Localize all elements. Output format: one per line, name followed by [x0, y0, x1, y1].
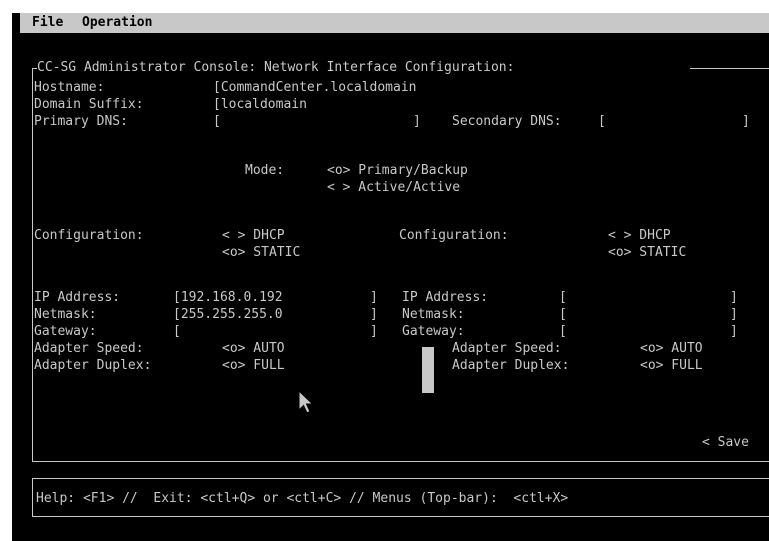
- scrollbar-thumb[interactable]: [422, 347, 434, 393]
- left-adapter-speed-label: Adapter Speed:: [34, 341, 144, 356]
- frame-left: [32, 68, 33, 462]
- left-netmask-field[interactable]: [255.255.255.0: [173, 307, 283, 323]
- frame-top-right: [690, 68, 769, 69]
- help-frame-top: [32, 478, 769, 479]
- mouse-pointer-icon: [298, 390, 314, 414]
- mode-label: Mode:: [245, 163, 285, 178]
- hostname-field[interactable]: [CommandCenter.localdomain: [213, 80, 417, 96]
- menu-bar: File Operation: [20, 13, 769, 33]
- help-bar-text: Help: <F1> // Exit: <ctl+Q> or <ctl+C> /…: [36, 491, 569, 506]
- right-dhcp-radio[interactable]: < > DHCP: [608, 228, 671, 244]
- right-netmask-label: Netmask:: [402, 307, 465, 322]
- primary-dns-label: Primary DNS:: [34, 114, 128, 129]
- right-adapter-speed-label: Adapter Speed:: [452, 341, 562, 356]
- right-netmask-field[interactable]: [: [559, 307, 567, 323]
- page-title: CC-SG Administrator Console: Network Int…: [37, 60, 515, 75]
- right-adapter-duplex-radio[interactable]: <o> FULL: [640, 358, 703, 374]
- left-dhcp-radio[interactable]: < > DHCP: [222, 228, 285, 244]
- right-gateway-field-end: ]: [730, 324, 738, 339]
- left-ip-label: IP Address:: [34, 290, 121, 305]
- left-ip-field[interactable]: [192.168.0.192: [173, 290, 283, 306]
- left-adapter-duplex-label: Adapter Duplex:: [34, 358, 152, 373]
- left-adapter-speed-radio[interactable]: <o> AUTO: [222, 341, 285, 357]
- right-configuration-label: Configuration:: [399, 228, 509, 243]
- right-netmask-field-end: ]: [730, 307, 738, 322]
- menu-operation[interactable]: Operation: [82, 15, 152, 30]
- right-adapter-speed-radio[interactable]: <o> AUTO: [640, 341, 703, 357]
- left-gateway-label: Gateway:: [34, 324, 97, 339]
- left-adapter-duplex-radio[interactable]: <o> FULL: [222, 358, 285, 374]
- left-static-radio[interactable]: <o> STATIC: [222, 245, 300, 261]
- left-netmask-label: Netmask:: [34, 307, 97, 322]
- mode-primary-backup-radio[interactable]: <o> Primary/Backup: [327, 163, 468, 179]
- right-ip-label: IP Address:: [402, 290, 489, 305]
- frame-bottom: [32, 461, 769, 462]
- left-ip-field-end: ]: [370, 290, 378, 305]
- menu-file[interactable]: File: [32, 15, 63, 30]
- right-ip-field-end: ]: [730, 290, 738, 305]
- save-button[interactable]: < Save: [702, 435, 749, 451]
- left-configuration-label: Configuration:: [34, 228, 144, 243]
- secondary-dns-field[interactable]: [: [598, 114, 606, 130]
- help-frame-bottom: [32, 516, 769, 517]
- mode-active-active-radio[interactable]: < > Active/Active: [327, 180, 460, 196]
- domain-suffix-field[interactable]: [localdomain: [213, 97, 307, 113]
- domain-suffix-label: Domain Suffix:: [34, 97, 144, 112]
- secondary-dns-label: Secondary DNS:: [452, 114, 562, 129]
- help-frame-left: [32, 478, 33, 517]
- secondary-dns-field-end: ]: [742, 114, 750, 129]
- left-netmask-field-end: ]: [370, 307, 378, 322]
- primary-dns-field-end: ]: [413, 114, 421, 129]
- primary-dns-field[interactable]: [: [213, 114, 221, 130]
- right-adapter-duplex-label: Adapter Duplex:: [452, 358, 570, 373]
- right-static-radio[interactable]: <o> STATIC: [608, 245, 686, 261]
- left-gateway-field-end: ]: [370, 324, 378, 339]
- right-ip-field[interactable]: [: [559, 290, 567, 306]
- right-gateway-field[interactable]: [: [559, 324, 567, 340]
- right-gateway-label: Gateway:: [402, 324, 465, 339]
- left-gateway-field[interactable]: [: [173, 324, 181, 340]
- hostname-label: Hostname:: [34, 80, 105, 95]
